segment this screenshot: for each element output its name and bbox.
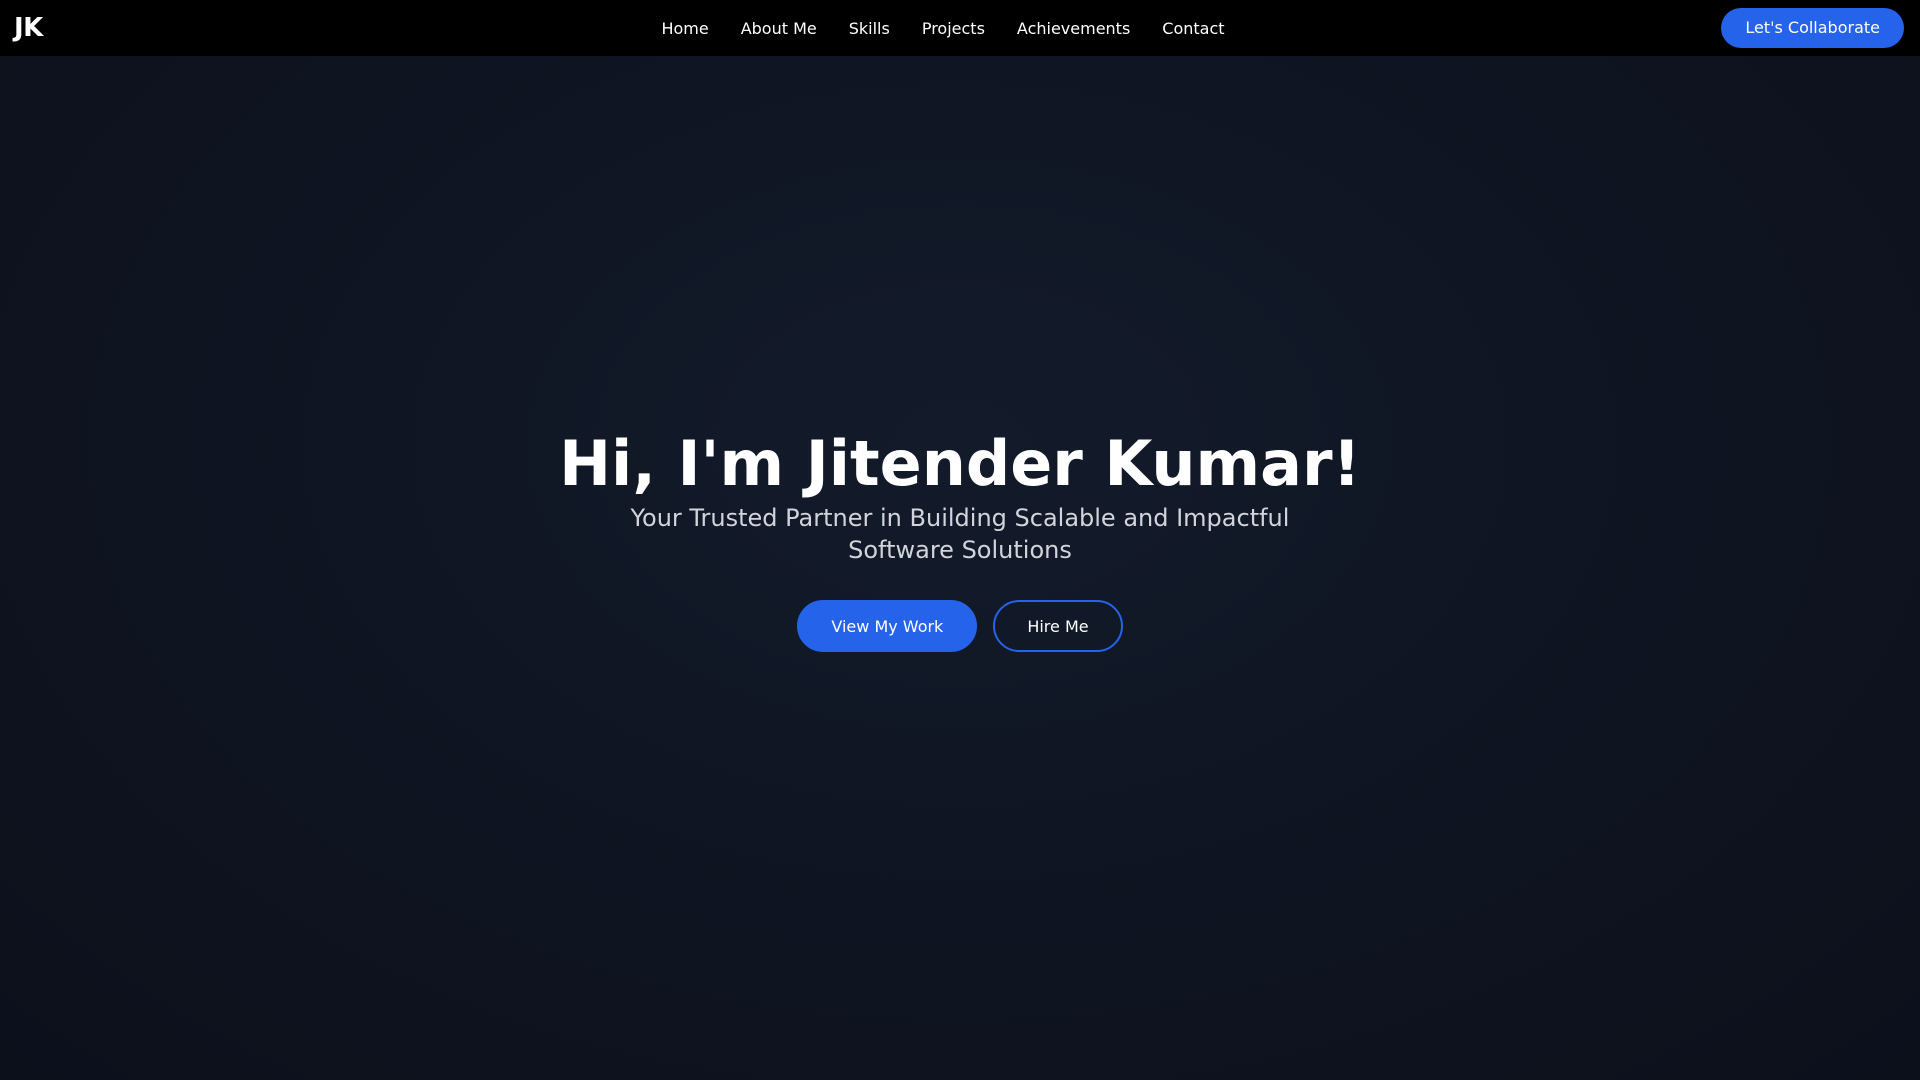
view-my-work-button[interactable]: View My Work (797, 600, 978, 652)
nav-link-contact[interactable]: Contact (1162, 19, 1224, 38)
nav-link-achievements[interactable]: Achievements (1017, 19, 1130, 38)
hire-me-button[interactable]: Hire Me (993, 600, 1123, 652)
nav-links: Home About Me Skills Projects Achievemen… (0, 0, 1920, 56)
hero-buttons: View My Work Hire Me (0, 600, 1920, 652)
hero-title: Hi, I'm Jitender Kumar! (559, 427, 1361, 500)
navbar: JK Home About Me Skills Projects Achieve… (0, 0, 1920, 56)
nav-link-projects[interactable]: Projects (922, 19, 985, 38)
nav-link-about-me[interactable]: About Me (741, 19, 817, 38)
nav-link-skills[interactable]: Skills (849, 19, 890, 38)
logo[interactable]: JK (14, 0, 43, 56)
nav-link-home[interactable]: Home (661, 19, 708, 38)
nav-links-list: Home About Me Skills Projects Achievemen… (661, 19, 1224, 38)
hero-section: Hi, I'm Jitender Kumar! Your Trusted Par… (0, 56, 1920, 1080)
lets-collaborate-button[interactable]: Let's Collaborate (1721, 8, 1904, 48)
hero-subtitle: Your Trusted Partner in Building Scalabl… (630, 504, 1290, 564)
